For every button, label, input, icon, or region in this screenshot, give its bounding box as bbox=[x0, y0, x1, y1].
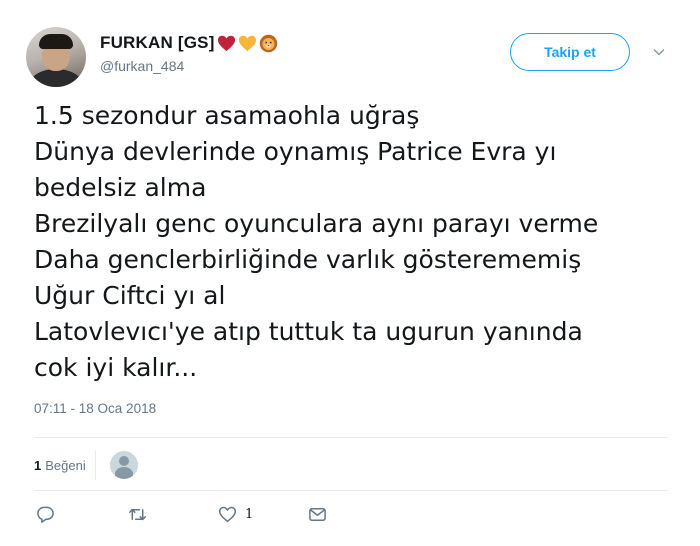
follow-button[interactable]: Takip et bbox=[510, 33, 630, 71]
chevron-down-icon[interactable] bbox=[651, 44, 667, 60]
likes-label[interactable]: Beğeni bbox=[45, 458, 85, 473]
author-handle[interactable]: @furkan_484 bbox=[100, 58, 184, 74]
like-button[interactable]: 1 bbox=[218, 505, 253, 524]
tweet-line: Dünya devlerinde oynamış Patrice Evra yı bbox=[34, 137, 557, 166]
display-name-text: FURKAN [GS] bbox=[100, 33, 215, 52]
heart-red-icon bbox=[217, 34, 236, 53]
reply-icon bbox=[36, 505, 55, 524]
likes-count[interactable]: 1 bbox=[34, 458, 41, 473]
divider bbox=[34, 437, 668, 438]
tweet-line: Brezilyalı genc oyunculara aynı parayı v… bbox=[34, 209, 599, 238]
tweet-text: 1.5 sezondur asamaohla uğraş Dünya devle… bbox=[34, 98, 674, 386]
divider bbox=[34, 490, 668, 491]
tweet-line: 1.5 sezondur asamaohla uğraş bbox=[34, 101, 420, 130]
retweet-icon bbox=[128, 505, 147, 524]
envelope-icon bbox=[308, 505, 327, 524]
author-display-name[interactable]: FURKAN [GS] bbox=[100, 33, 278, 53]
tweet-line: Daha genclerbirliğinde varlık gösteremem… bbox=[34, 245, 582, 274]
retweet-button[interactable] bbox=[128, 505, 147, 524]
tweet-line: Latovlevıcı'ye atıp tuttuk ta ugurun yan… bbox=[34, 317, 583, 346]
author-avatar[interactable] bbox=[26, 27, 86, 87]
tweet-line: Uğur Ciftci yı al bbox=[34, 281, 226, 310]
tweet-line: bedelsiz alma bbox=[34, 173, 207, 202]
heart-yellow-icon bbox=[238, 34, 257, 53]
likes-row: 1 Beğeni bbox=[34, 450, 138, 480]
liker-avatar[interactable] bbox=[109, 451, 138, 479]
heart-outline-icon bbox=[218, 505, 237, 524]
likes-separator bbox=[94, 450, 96, 480]
tweet-timestamp[interactable]: 07:11 - 18 Oca 2018 bbox=[34, 401, 156, 416]
like-count: 1 bbox=[245, 507, 254, 522]
lion-face-icon bbox=[259, 34, 278, 53]
reply-button[interactable] bbox=[36, 505, 55, 524]
direct-message-button[interactable] bbox=[308, 505, 327, 524]
tweet-line: cok iyi kalır... bbox=[34, 353, 198, 382]
